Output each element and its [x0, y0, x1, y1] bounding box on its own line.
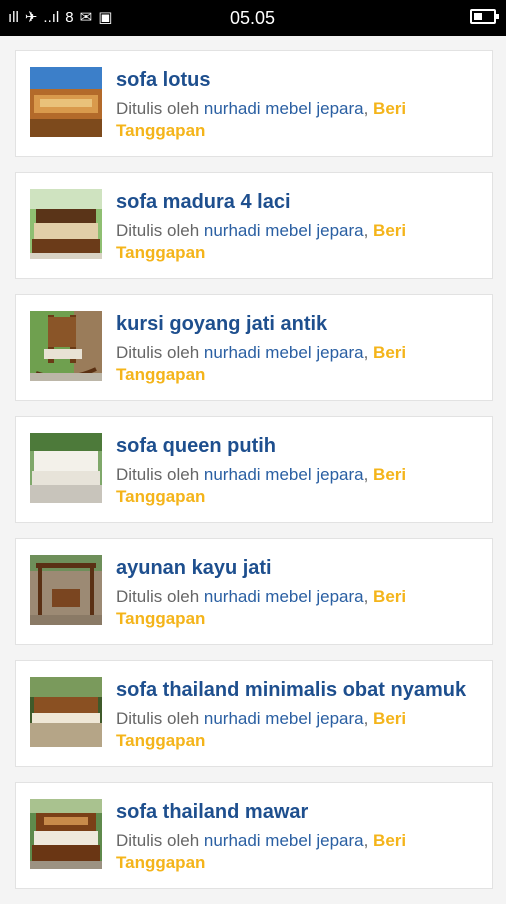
written-by-label: Ditulis oleh: [116, 99, 204, 118]
post-meta: Ditulis oleh nurhadi mebel jepara, Beri …: [116, 586, 478, 630]
post-meta: Ditulis oleh nurhadi mebel jepara, Beri …: [116, 464, 478, 508]
author-link[interactable]: nurhadi mebel jepara: [204, 99, 364, 118]
thailand-minimalis-photo: [30, 677, 102, 747]
signal-2-icon: ..ıl: [43, 9, 60, 26]
gallery-icon: ▣: [98, 9, 113, 26]
written-by-label: Ditulis oleh: [116, 709, 204, 728]
post-thumbnail[interactable]: [30, 189, 102, 259]
post-card: sofa queen putih Ditulis oleh nurhadi me…: [15, 416, 493, 523]
post-title-link[interactable]: sofa thailand mawar: [116, 799, 478, 826]
separator: ,: [363, 343, 374, 362]
post-list: sofa lotus Ditulis oleh nurhadi mebel je…: [15, 50, 493, 904]
post-card: sofa lotus Ditulis oleh nurhadi mebel je…: [15, 50, 493, 157]
message-icon: ✉: [79, 9, 93, 26]
post-thumbnail[interactable]: [30, 433, 102, 503]
thailand-mawar-photo: [30, 799, 102, 869]
separator: ,: [363, 831, 374, 850]
post-title-link[interactable]: kursi goyang jati antik: [116, 311, 478, 338]
post-card: sofa thailand mawar Ditulis oleh nurhadi…: [15, 782, 493, 889]
written-by-label: Ditulis oleh: [116, 465, 204, 484]
separator: ,: [363, 465, 374, 484]
status-icons: ıll ✈ ..ıl 8 ✉ ▣: [8, 9, 118, 27]
post-meta: Ditulis oleh nurhadi mebel jepara, Beri …: [116, 708, 478, 752]
author-link[interactable]: nurhadi mebel jepara: [204, 709, 364, 728]
post-card: ayunan kayu jati Ditulis oleh nurhadi me…: [15, 538, 493, 645]
post-thumbnail[interactable]: [30, 799, 102, 869]
author-link[interactable]: nurhadi mebel jepara: [204, 831, 364, 850]
author-link[interactable]: nurhadi mebel jepara: [204, 343, 364, 362]
separator: ,: [363, 709, 374, 728]
author-link[interactable]: nurhadi mebel jepara: [204, 465, 364, 484]
post-title-link[interactable]: sofa madura 4 laci: [116, 189, 478, 216]
post-thumbnail[interactable]: [30, 677, 102, 747]
status-bar: ıll ✈ ..ıl 8 ✉ ▣ 05.05: [0, 0, 506, 36]
signal-icon: ıll: [8, 9, 19, 26]
written-by-label: Ditulis oleh: [116, 587, 204, 606]
written-by-label: Ditulis oleh: [116, 343, 204, 362]
post-thumbnail[interactable]: [30, 311, 102, 381]
sofa-lotus-photo: [30, 67, 102, 137]
post-meta: Ditulis oleh nurhadi mebel jepara, Beri …: [116, 342, 478, 386]
separator: ,: [363, 221, 374, 240]
post-card: kursi goyang jati antik Ditulis oleh nur…: [15, 294, 493, 401]
post-thumbnail[interactable]: [30, 555, 102, 625]
post-card: sofa thailand minimalis obat nyamuk Ditu…: [15, 660, 493, 767]
post-title-link[interactable]: sofa lotus: [116, 67, 478, 94]
separator: ,: [363, 99, 374, 118]
post-meta: Ditulis oleh nurhadi mebel jepara, Beri …: [116, 830, 478, 874]
post-meta: Ditulis oleh nurhadi mebel jepara, Beri …: [116, 220, 478, 264]
separator: ,: [363, 587, 374, 606]
post-thumbnail[interactable]: [30, 67, 102, 137]
post-title-link[interactable]: sofa thailand minimalis obat nyamuk: [116, 677, 478, 704]
sofa-madura-photo: [30, 189, 102, 259]
notification-icon: 8: [65, 9, 74, 26]
post-title-link[interactable]: sofa queen putih: [116, 433, 478, 460]
written-by-label: Ditulis oleh: [116, 831, 204, 850]
wood-swing-photo: [30, 555, 102, 625]
author-link[interactable]: nurhadi mebel jepara: [204, 221, 364, 240]
rocking-chair-photo: [30, 311, 102, 381]
airplane-icon: ✈: [24, 9, 38, 26]
post-title-link[interactable]: ayunan kayu jati: [116, 555, 478, 582]
white-sofa-photo: [30, 433, 102, 503]
post-card: sofa madura 4 laci Ditulis oleh nurhadi …: [15, 172, 493, 279]
written-by-label: Ditulis oleh: [116, 221, 204, 240]
author-link[interactable]: nurhadi mebel jepara: [204, 587, 364, 606]
battery-icon: [470, 9, 499, 24]
post-meta: Ditulis oleh nurhadi mebel jepara, Beri …: [116, 98, 478, 142]
status-time: 05.05: [230, 8, 276, 28]
